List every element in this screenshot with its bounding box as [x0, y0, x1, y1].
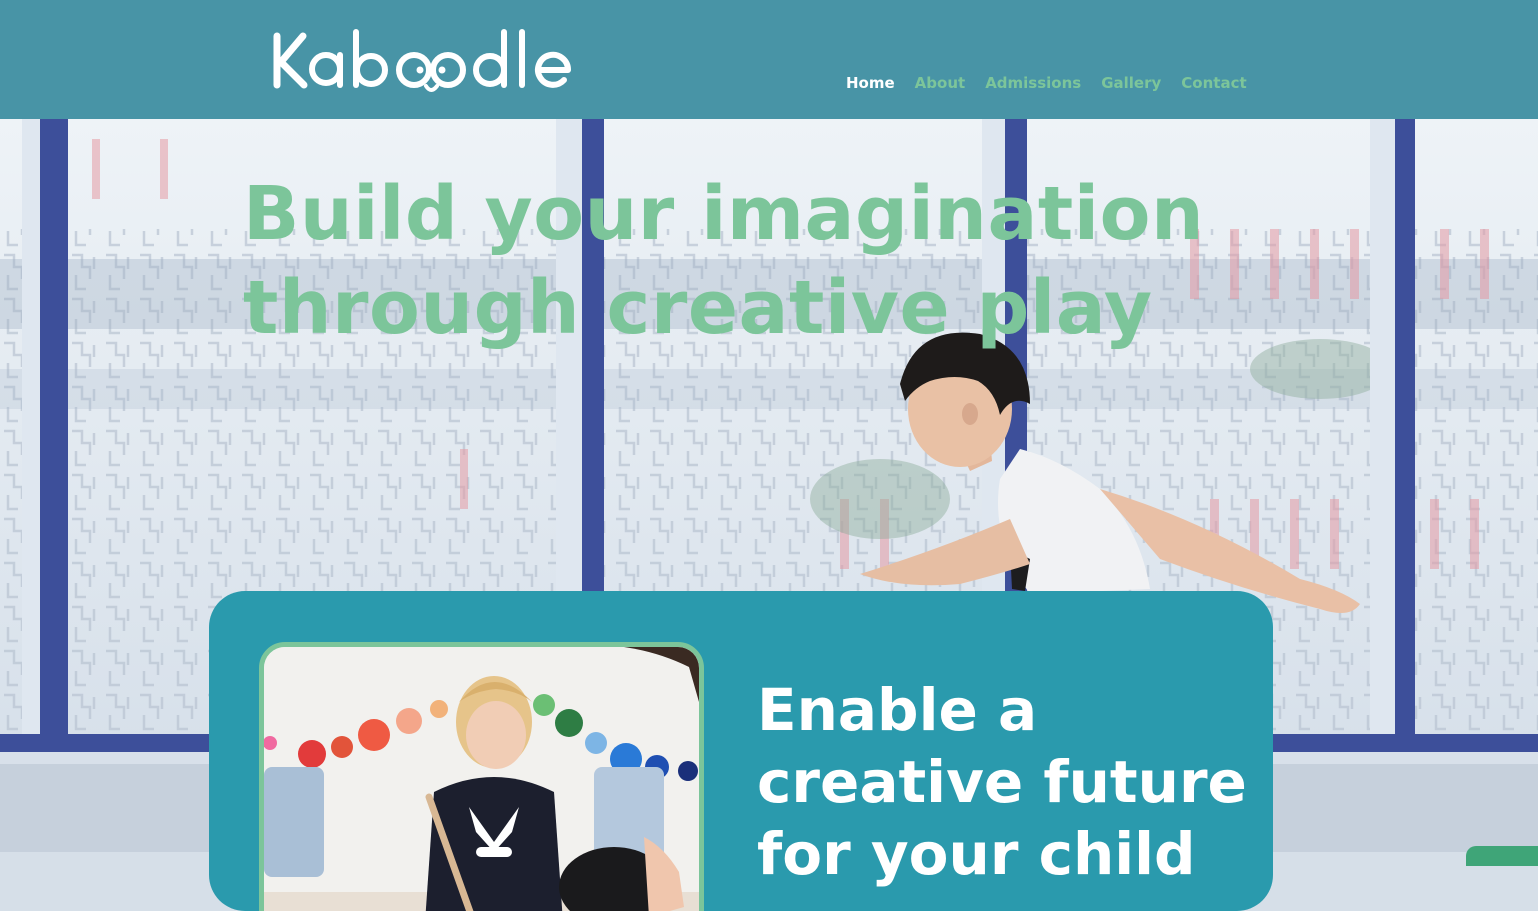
corner-widget-button[interactable]	[1466, 846, 1538, 866]
toddler-photo	[259, 642, 704, 911]
nav-contact-link[interactable]: Contact	[1181, 74, 1246, 92]
nav-gallery-link[interactable]: Gallery	[1101, 74, 1161, 92]
card-heading: Enable a creative future for your child	[757, 676, 1247, 888]
hero-title: Build your imagination through creative …	[243, 171, 1205, 351]
main-nav: Home About Admissions Gallery Contact	[846, 74, 1247, 92]
nav-about-link[interactable]: About	[915, 74, 966, 92]
nav-home-link[interactable]: Home	[846, 74, 895, 92]
nav-admissions-link[interactable]: Admissions	[985, 74, 1081, 92]
site-header: Home About Admissions Gallery Contact	[0, 0, 1538, 119]
kaboodle-logo[interactable]	[270, 22, 590, 100]
intro-card: Enable a creative future for your child	[209, 591, 1273, 911]
